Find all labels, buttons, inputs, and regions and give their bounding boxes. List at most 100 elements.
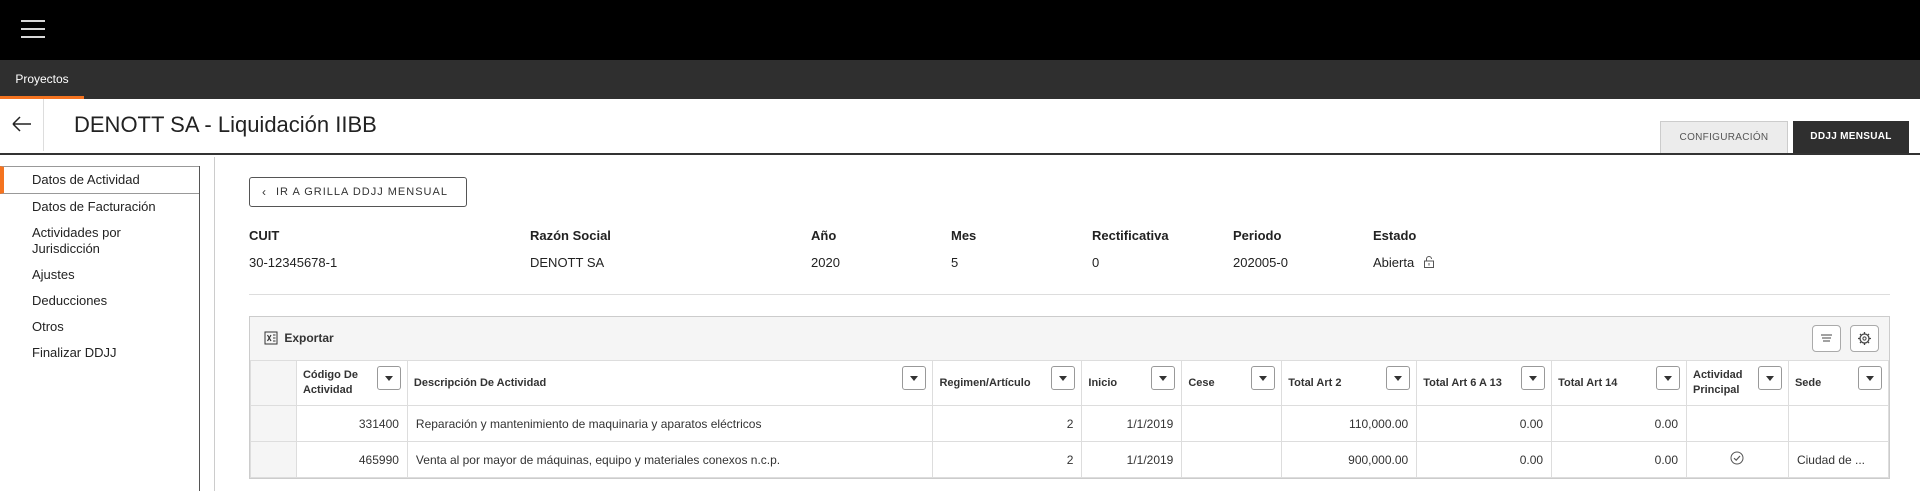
- info-label: Estado: [1373, 228, 1417, 243]
- sidebar-item-actividades-jurisdiccion[interactable]: Actividades por Jurisdicción: [0, 220, 160, 262]
- cell-regimen: 2: [932, 441, 1083, 478]
- cell-total-art6: 0.00: [1416, 405, 1553, 442]
- cell-sede: [1787, 405, 1890, 442]
- tab-ddjj-mensual[interactable]: DDJJ MENSUAL: [1793, 121, 1909, 153]
- back-button[interactable]: [0, 99, 44, 151]
- cell-actividad-principal: [1686, 405, 1789, 442]
- cell-total-art14: 0.00: [1551, 441, 1687, 478]
- export-button[interactable]: Exportar: [264, 331, 334, 345]
- col-regimen: Regimen/Artículo: [932, 360, 1083, 406]
- info-cuit: CUIT 30-12345678-1: [249, 228, 337, 270]
- filter-icon[interactable]: [1858, 366, 1882, 390]
- col-total-art14: Total Art 14: [1551, 360, 1687, 406]
- cell-inicio: 1/1/2019: [1081, 405, 1183, 442]
- sidebar-item-otros[interactable]: Otros: [0, 314, 199, 340]
- col-label: Cese: [1188, 376, 1215, 389]
- back-to-grid-button[interactable]: ‹ IR A GRILLA DDJJ MENSUAL: [249, 177, 467, 207]
- sidebar-item-deducciones[interactable]: Deducciones: [0, 288, 199, 314]
- info-divider: [249, 294, 1890, 295]
- info-rectificativa: Rectificativa 0: [1092, 228, 1169, 270]
- unlock-icon: [1423, 256, 1434, 268]
- col-label: Sede: [1794, 376, 1822, 389]
- sidebar-item-ajustes[interactable]: Ajustes: [0, 262, 199, 288]
- info-value: Abierta: [1373, 255, 1415, 270]
- settings-button[interactable]: [1850, 325, 1879, 352]
- filter-icon[interactable]: [1251, 366, 1276, 390]
- arrow-left-icon: [12, 116, 31, 132]
- menu-icon[interactable]: [21, 17, 45, 41]
- cell-total-art2: 900,000.00: [1281, 441, 1418, 478]
- col-label: Descripción De Actividad: [413, 376, 547, 389]
- info-label: Mes: [951, 228, 977, 243]
- cell-total-art2: 110,000.00: [1281, 405, 1418, 442]
- col-descripcion: Descripción De Actividad: [406, 360, 934, 406]
- cell-inicio: 1/1/2019: [1081, 441, 1183, 478]
- col-sede: Sede: [1787, 360, 1890, 406]
- cell-descripcion: Reparación y mantenimiento de maquinaria…: [406, 405, 934, 442]
- gear-icon: [1858, 332, 1871, 345]
- tab-configuracion[interactable]: CONFIGURACIÓN: [1660, 121, 1788, 153]
- nav-bar: Proyectos: [0, 60, 1920, 99]
- row-selector[interactable]: [250, 441, 297, 478]
- col-label: Inicio: [1088, 376, 1118, 389]
- cell-total-art6: 0.00: [1416, 441, 1553, 478]
- table-row[interactable]: 331400 Reparación y mantenimiento de maq…: [250, 405, 1890, 442]
- info-mes: Mes 5: [951, 228, 976, 270]
- info-value: 2020: [811, 255, 840, 270]
- info-label: Rectificativa: [1092, 228, 1169, 243]
- info-label: Año: [811, 228, 837, 243]
- excel-icon: [264, 331, 278, 345]
- table-row[interactable]: 465990 Venta al por mayor de máquinas, e…: [250, 441, 1890, 478]
- info-label: Razón Social: [530, 228, 611, 243]
- info-anio: Año 2020: [811, 228, 840, 270]
- cell-sede: Ciudad de ...: [1787, 441, 1890, 478]
- sidebar-item-finalizar-ddjj[interactable]: Finalizar DDJJ: [0, 340, 199, 366]
- col-label: Total Art 2: [1288, 376, 1342, 389]
- row-selector-header: [250, 360, 297, 406]
- cell-descripcion: Venta al por mayor de máquinas, equipo y…: [406, 441, 934, 478]
- filter-icon[interactable]: [1656, 366, 1680, 390]
- info-estado: Estado Abierta: [1373, 228, 1435, 270]
- cell-actividad-principal: [1686, 441, 1789, 478]
- sidebar-item-datos-facturacion[interactable]: Datos de Facturación: [0, 194, 199, 220]
- activities-table: Código De Actividad Descripción De Activ…: [250, 360, 1890, 478]
- activities-grid: Exportar Código De Actividad Descripción…: [249, 316, 1890, 479]
- filter-icon[interactable]: [1521, 366, 1546, 390]
- sidebar-item-datos-actividad[interactable]: Datos de Actividad: [0, 166, 199, 194]
- info-value: 202005-0: [1233, 255, 1288, 270]
- grid-toolbar: Exportar: [250, 317, 1889, 360]
- filter-icon[interactable]: [1051, 366, 1076, 390]
- col-codigo: Código De Actividad: [295, 360, 408, 406]
- cell-regimen: 2: [932, 405, 1083, 442]
- cell-cese: [1181, 405, 1283, 442]
- page-title: DENOTT SA - Liquidación IIBB: [74, 112, 377, 137]
- page-header: DENOTT SA - Liquidación IIBB CONFIGURACI…: [0, 99, 1920, 155]
- col-label: Código De Actividad: [302, 369, 358, 396]
- content-divider: [214, 157, 215, 491]
- filter-icon[interactable]: [1151, 366, 1176, 390]
- sidebar: Datos de Actividad Datos de Facturación …: [0, 166, 200, 491]
- col-label: Total Art 14: [1558, 376, 1618, 389]
- row-selector[interactable]: [250, 405, 297, 442]
- nav-tab-proyectos[interactable]: Proyectos: [0, 60, 84, 99]
- filter-icon[interactable]: [902, 366, 927, 390]
- filter-icon[interactable]: [376, 366, 401, 390]
- cell-cese: [1181, 441, 1283, 478]
- top-bar: [0, 0, 1920, 60]
- columns-button[interactable]: [1812, 325, 1841, 352]
- filter-icon[interactable]: [1757, 366, 1782, 390]
- header-row: Código De Actividad Descripción De Activ…: [250, 360, 1890, 406]
- info-periodo: Periodo 202005-0: [1233, 228, 1288, 270]
- info-label: CUIT: [249, 228, 280, 243]
- col-cese: Cese: [1181, 360, 1283, 406]
- export-label: Exportar: [284, 331, 334, 345]
- filter-icon[interactable]: [1386, 366, 1411, 390]
- info-label: Periodo: [1233, 228, 1282, 243]
- col-total-art2: Total Art 2: [1281, 360, 1418, 406]
- col-inicio: Inicio: [1081, 360, 1183, 406]
- cell-total-art14: 0.00: [1551, 405, 1687, 442]
- col-total-art6: Total Art 6 A 13: [1416, 360, 1553, 406]
- info-value: 30-12345678-1: [249, 255, 338, 270]
- cell-codigo: 465990: [295, 441, 408, 478]
- col-label: Actividad Principal: [1693, 369, 1743, 396]
